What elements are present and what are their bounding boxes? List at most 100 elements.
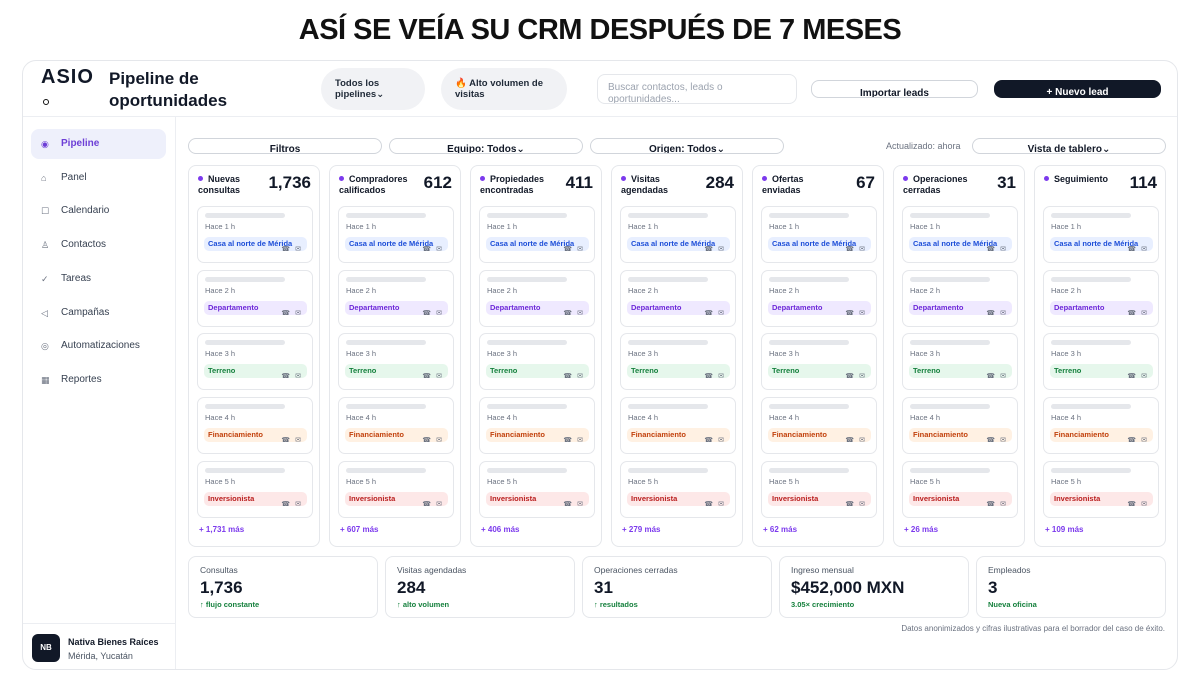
show-more-link[interactable]: + 62 más: [763, 525, 797, 534]
sidebar-item-reportes[interactable]: ▦ Reportes: [31, 365, 166, 395]
mail-icon[interactable]: ✉: [1000, 501, 1011, 508]
phone-icon[interactable]: ☎: [704, 246, 718, 253]
phone-icon[interactable]: ☎: [845, 373, 859, 380]
phone-icon[interactable]: ☎: [563, 246, 577, 253]
mail-icon[interactable]: ✉: [859, 437, 870, 444]
mail-icon[interactable]: ✉: [577, 310, 588, 317]
import-leads-button[interactable]: Importar leads: [811, 80, 978, 98]
phone-icon[interactable]: ☎: [704, 373, 718, 380]
lead-card[interactable]: Hace 5 h Inversionista ☎✉: [338, 460, 454, 518]
phone-icon[interactable]: ☎: [986, 501, 1000, 508]
phone-icon[interactable]: ☎: [986, 310, 1000, 317]
mail-icon[interactable]: ✉: [295, 310, 306, 317]
show-more-link[interactable]: + 1,731 más: [199, 525, 244, 534]
sidebar-item-calendario[interactable]: ☐ Calendario: [31, 196, 166, 226]
lead-card[interactable]: Hace 5 h Inversionista ☎✉: [1043, 460, 1159, 518]
sidebar-item-campañas[interactable]: ◁ Campañas: [31, 298, 166, 328]
view-select[interactable]: Vista de tablero⌄: [972, 138, 1166, 154]
new-lead-button[interactable]: + Nuevo lead: [994, 80, 1161, 98]
lead-card[interactable]: Hace 4 h Financiamiento ☎✉: [338, 397, 454, 455]
lead-card[interactable]: Hace 5 h Inversionista ☎✉: [902, 460, 1018, 518]
mail-icon[interactable]: ✉: [577, 437, 588, 444]
phone-icon[interactable]: ☎: [422, 310, 436, 317]
show-more-link[interactable]: + 26 más: [904, 525, 938, 534]
lead-card[interactable]: Hace 4 h Financiamiento ☎✉: [761, 397, 877, 455]
phone-icon[interactable]: ☎: [704, 501, 718, 508]
lead-card[interactable]: Hace 3 h Terreno ☎✉: [197, 333, 313, 391]
lead-card[interactable]: Hace 3 h Terreno ☎✉: [479, 333, 595, 391]
lead-card[interactable]: Hace 2 h Departamento ☎✉: [338, 269, 454, 327]
lead-card[interactable]: Hace 3 h Terreno ☎✉: [761, 333, 877, 391]
lead-card[interactable]: Hace 3 h Terreno ☎✉: [1043, 333, 1159, 391]
phone-icon[interactable]: ☎: [1127, 310, 1141, 317]
lead-card[interactable]: Hace 3 h Terreno ☎✉: [338, 333, 454, 391]
lead-card[interactable]: Hace 5 h Inversionista ☎✉: [479, 460, 595, 518]
sidebar-item-tareas[interactable]: ✓ Tareas: [31, 264, 166, 294]
lead-card[interactable]: Hace 2 h Departamento ☎✉: [479, 269, 595, 327]
phone-icon[interactable]: ☎: [281, 373, 295, 380]
mail-icon[interactable]: ✉: [577, 501, 588, 508]
lead-card[interactable]: Hace 4 h Financiamiento ☎✉: [902, 397, 1018, 455]
phone-icon[interactable]: ☎: [563, 310, 577, 317]
organization-card[interactable]: NB Nativa Bienes Raíces Mérida, Yucatán: [23, 623, 176, 669]
mail-icon[interactable]: ✉: [1141, 310, 1152, 317]
lead-card[interactable]: Hace 2 h Departamento ☎✉: [620, 269, 736, 327]
mail-icon[interactable]: ✉: [859, 310, 870, 317]
lead-card[interactable]: Hace 4 h Financiamiento ☎✉: [479, 397, 595, 455]
phone-icon[interactable]: ☎: [422, 437, 436, 444]
filters-button[interactable]: Filtros: [188, 138, 382, 154]
pipeline-select[interactable]: Todos los pipelines⌄: [321, 68, 425, 110]
mail-icon[interactable]: ✉: [295, 373, 306, 380]
sidebar-item-panel[interactable]: ⌂ Panel: [31, 163, 166, 193]
show-more-link[interactable]: + 607 más: [340, 525, 378, 534]
mail-icon[interactable]: ✉: [718, 246, 729, 253]
mail-icon[interactable]: ✉: [436, 246, 447, 253]
phone-icon[interactable]: ☎: [1127, 246, 1141, 253]
mail-icon[interactable]: ✉: [295, 437, 306, 444]
lead-card[interactable]: Hace 1 h Casa al norte de Mérida ☎✉: [197, 206, 313, 263]
origin-filter[interactable]: Origen: Todos⌄: [590, 138, 784, 154]
mail-icon[interactable]: ✉: [436, 437, 447, 444]
phone-icon[interactable]: ☎: [845, 310, 859, 317]
mail-icon[interactable]: ✉: [436, 373, 447, 380]
phone-icon[interactable]: ☎: [1127, 437, 1141, 444]
sidebar-item-pipeline[interactable]: ◉ Pipeline: [31, 129, 166, 159]
mail-icon[interactable]: ✉: [1141, 437, 1152, 444]
lead-card[interactable]: Hace 4 h Financiamiento ☎✉: [197, 397, 313, 455]
lead-card[interactable]: Hace 1 h Casa al norte de Mérida ☎✉: [620, 206, 736, 263]
phone-icon[interactable]: ☎: [422, 501, 436, 508]
lead-card[interactable]: Hace 5 h Inversionista ☎✉: [620, 460, 736, 518]
lead-card[interactable]: Hace 3 h Terreno ☎✉: [620, 333, 736, 391]
mail-icon[interactable]: ✉: [718, 310, 729, 317]
phone-icon[interactable]: ☎: [986, 437, 1000, 444]
mail-icon[interactable]: ✉: [1000, 373, 1011, 380]
mail-icon[interactable]: ✉: [718, 373, 729, 380]
phone-icon[interactable]: ☎: [704, 310, 718, 317]
lead-card[interactable]: Hace 1 h Casa al norte de Mérida ☎✉: [338, 206, 454, 263]
mail-icon[interactable]: ✉: [295, 246, 306, 253]
phone-icon[interactable]: ☎: [281, 437, 295, 444]
phone-icon[interactable]: ☎: [1127, 501, 1141, 508]
mail-icon[interactable]: ✉: [436, 310, 447, 317]
phone-icon[interactable]: ☎: [845, 437, 859, 444]
phone-icon[interactable]: ☎: [1127, 373, 1141, 380]
mail-icon[interactable]: ✉: [577, 246, 588, 253]
phone-icon[interactable]: ☎: [563, 373, 577, 380]
lead-card[interactable]: Hace 5 h Inversionista ☎✉: [197, 460, 313, 518]
phone-icon[interactable]: ☎: [845, 501, 859, 508]
lead-card[interactable]: Hace 1 h Casa al norte de Mérida ☎✉: [1043, 206, 1159, 263]
lead-card[interactable]: Hace 1 h Casa al norte de Mérida ☎✉: [902, 206, 1018, 263]
sidebar-item-automatizaciones[interactable]: ◎ Automatizaciones: [31, 331, 166, 361]
mail-icon[interactable]: ✉: [1141, 373, 1152, 380]
mail-icon[interactable]: ✉: [859, 501, 870, 508]
lead-card[interactable]: Hace 3 h Terreno ☎✉: [902, 333, 1018, 391]
team-filter[interactable]: Equipo: Todos⌄: [389, 138, 583, 154]
mail-icon[interactable]: ✉: [859, 246, 870, 253]
sidebar-item-contactos[interactable]: ♙ Contactos: [31, 230, 166, 260]
mail-icon[interactable]: ✉: [1000, 246, 1011, 253]
show-more-link[interactable]: + 109 más: [1045, 525, 1083, 534]
phone-icon[interactable]: ☎: [704, 437, 718, 444]
mail-icon[interactable]: ✉: [1000, 437, 1011, 444]
phone-icon[interactable]: ☎: [986, 373, 1000, 380]
mail-icon[interactable]: ✉: [718, 501, 729, 508]
